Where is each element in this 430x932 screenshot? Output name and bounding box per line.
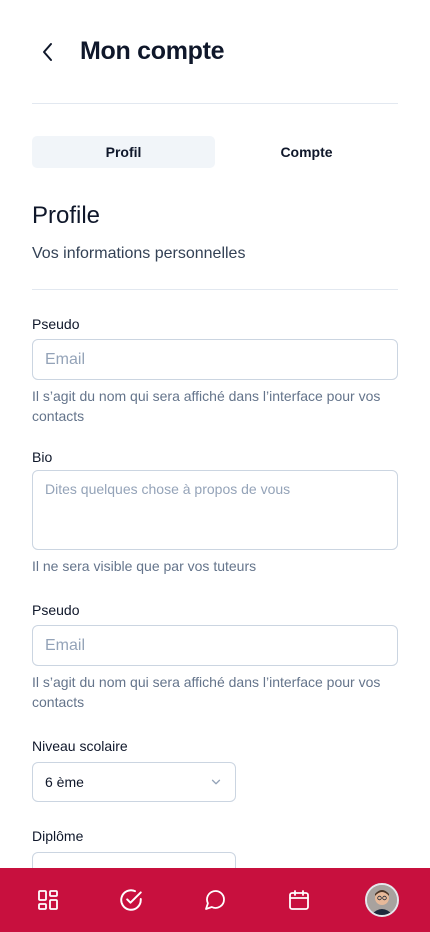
- pseudo2-help: Il s’agit du nom qui sera affiché dans l…: [32, 674, 381, 710]
- pseudo-label: Pseudo: [32, 316, 80, 332]
- chevron-left-icon: [43, 43, 52, 61]
- tab-compte[interactable]: Compte: [215, 136, 398, 168]
- avatar: [365, 883, 400, 917]
- nav-profile[interactable]: [362, 880, 402, 920]
- niveau-label: Niveau scolaire: [32, 738, 128, 754]
- pseudo-input[interactable]: [32, 339, 398, 380]
- back-button[interactable]: [36, 40, 60, 64]
- dashboard-icon: [37, 890, 58, 910]
- diplome-label: Diplôme: [32, 828, 84, 844]
- bio-label: Bio: [32, 449, 53, 465]
- nav-tasks[interactable]: [111, 880, 151, 920]
- niveau-select[interactable]: 6 ème: [32, 762, 236, 802]
- bio-textarea[interactable]: [32, 470, 398, 550]
- check-circle-icon: [120, 889, 143, 911]
- bottom-nav: [0, 868, 430, 932]
- nav-messages[interactable]: [195, 880, 235, 920]
- tabs: Profil Compte: [32, 136, 398, 168]
- calendar-icon: [288, 890, 309, 910]
- pseudo2-label: Pseudo: [32, 602, 80, 618]
- tab-profil[interactable]: Profil: [32, 136, 215, 168]
- section-title: Profile: [32, 202, 101, 229]
- pseudo2-input[interactable]: [32, 625, 398, 666]
- nav-calendar[interactable]: [279, 880, 319, 920]
- chat-icon: [205, 890, 225, 910]
- header: Mon compte: [0, 0, 430, 104]
- section-divider: [32, 289, 398, 290]
- nav-dashboard[interactable]: [28, 880, 68, 920]
- header-divider: [32, 103, 398, 104]
- bio-help: Il ne sera visible que par vos tuteurs: [32, 558, 257, 574]
- niveau-value: 6 ème: [45, 774, 84, 790]
- page-title: Mon compte: [80, 37, 225, 65]
- chevron-down-icon: [211, 779, 221, 785]
- section-subtitle: Vos informations personnelles: [32, 245, 246, 262]
- pseudo-help: Il s’agit du nom qui sera affiché dans l…: [32, 388, 381, 424]
